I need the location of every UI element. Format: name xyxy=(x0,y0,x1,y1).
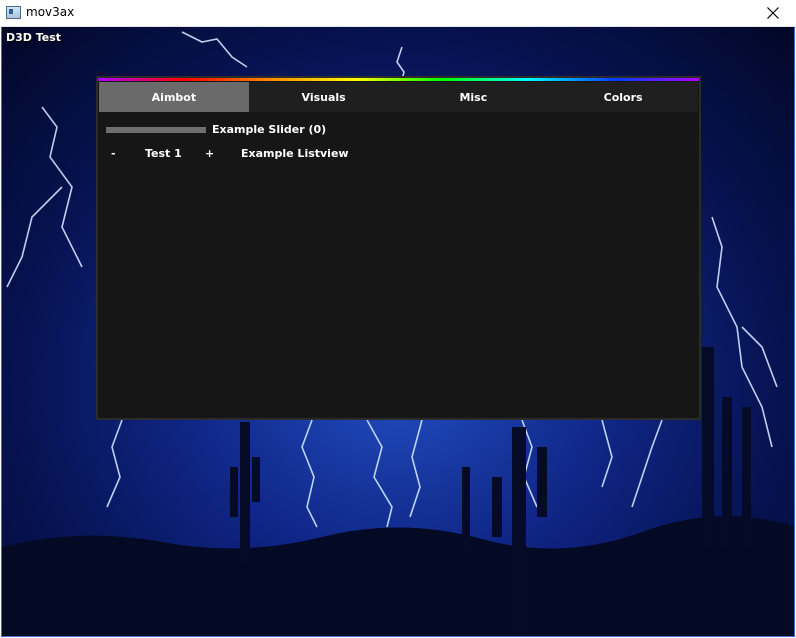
slider-row: Example Slider (0) xyxy=(106,123,326,136)
tab-misc[interactable]: Misc xyxy=(399,82,549,112)
game-viewport: D3D Test Aimbot Visuals Misc Colors Exam… xyxy=(1,27,795,637)
example-slider[interactable] xyxy=(106,126,206,133)
listview-label: Example Listview xyxy=(241,147,349,160)
close-icon xyxy=(767,7,779,19)
listview-increment-button[interactable]: + xyxy=(205,147,214,160)
tab-aimbot[interactable]: Aimbot xyxy=(99,82,249,112)
title-bar: mov3ax xyxy=(0,0,796,27)
close-button[interactable] xyxy=(750,0,796,26)
app-icon xyxy=(6,6,21,19)
window-title: mov3ax xyxy=(26,5,75,19)
tab-visuals[interactable]: Visuals xyxy=(249,82,399,112)
tab-colors[interactable]: Colors xyxy=(548,82,698,112)
overlay-label: D3D Test xyxy=(6,31,62,44)
rainbow-bar xyxy=(98,78,699,81)
tab-bar: Aimbot Visuals Misc Colors xyxy=(99,82,698,112)
listview-decrement-button[interactable]: - xyxy=(111,147,116,160)
tab-content: Example Slider (0) - Test 1 + Example Li… xyxy=(98,114,699,418)
cheat-menu-panel: Aimbot Visuals Misc Colors Example Slide… xyxy=(96,76,701,420)
listview-value: Test 1 xyxy=(145,147,182,160)
slider-label: Example Slider (0) xyxy=(212,123,327,136)
